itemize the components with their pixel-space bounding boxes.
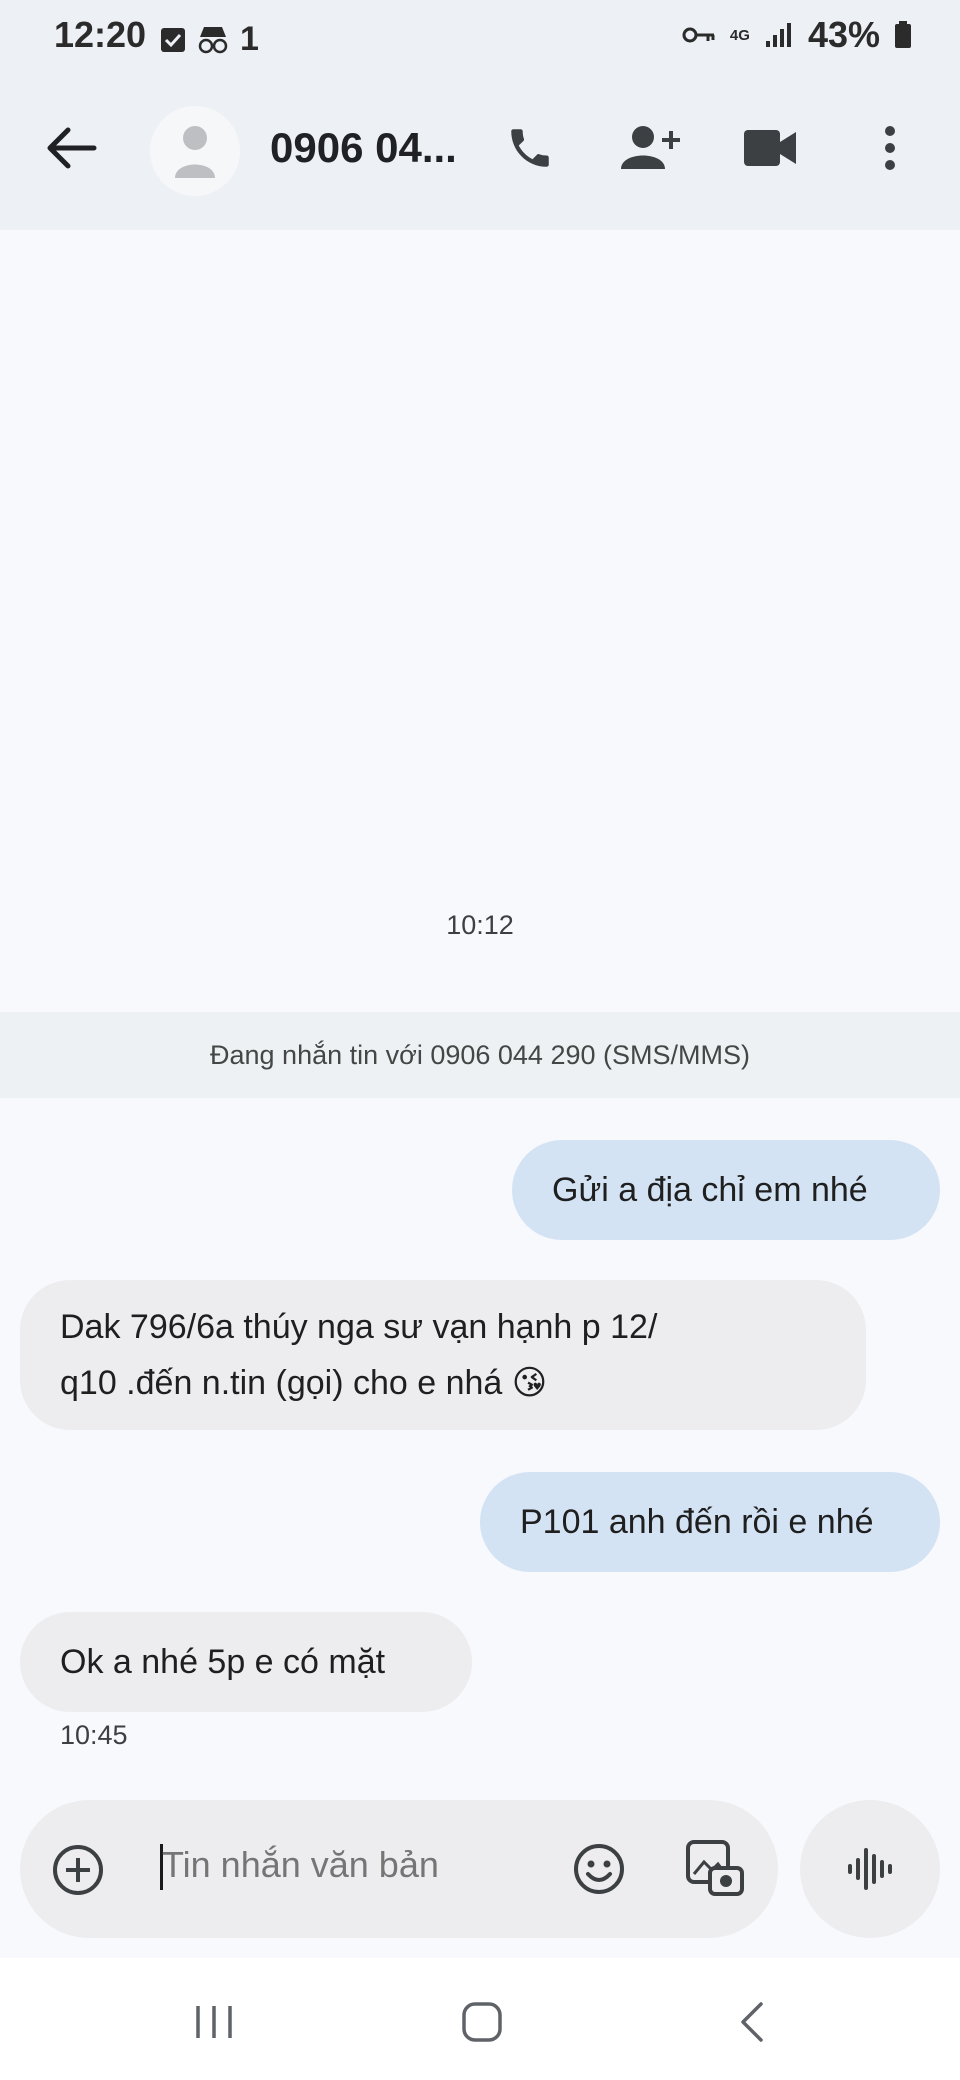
timestamp: 10:45 <box>60 1720 128 1750</box>
back-arrow-icon <box>47 127 97 169</box>
waveform-icon <box>848 1848 892 1890</box>
avatar-icon <box>175 126 215 178</box>
more-options-button[interactable] <box>856 114 924 182</box>
message-input[interactable] <box>162 1844 562 1886</box>
conversation-area[interactable]: 10:12 Đang nhắn tin với 0906 044 290 (SM… <box>0 230 960 1800</box>
conversation-header: 0906 04... <box>0 76 960 230</box>
incognito-icon <box>198 26 228 53</box>
message-composer <box>20 1800 778 1938</box>
back-chevron-icon <box>741 2002 763 2042</box>
contact-title[interactable]: 0906 04... <box>270 124 470 172</box>
signal-icon <box>765 23 791 47</box>
back-nav-button[interactable] <box>712 1994 792 2050</box>
message-bubble-incoming[interactable]: Dak 796/6a thúy nga sư vạn hạnh p 12/ q1… <box>20 1280 866 1430</box>
gallery-camera-icon <box>686 1840 744 1896</box>
status-left-icons: 1 <box>160 20 259 59</box>
more-vert-icon <box>885 126 895 170</box>
attach-button[interactable] <box>52 1844 104 1896</box>
add-contact-button[interactable] <box>616 114 684 182</box>
add-circle-icon <box>53 1845 103 1895</box>
phone-icon <box>511 129 549 167</box>
add-contact-icon <box>621 126 680 169</box>
back-button[interactable] <box>40 116 104 180</box>
recents-icon <box>196 2006 232 2038</box>
battery-icon <box>895 21 911 48</box>
message-text: Ok a nhé 5p e có mặt <box>60 1643 386 1681</box>
vpn-key-icon <box>682 27 715 43</box>
message-text: Gửi a địa chỉ em nhé <box>552 1171 868 1209</box>
status-bar: 12:20 1 4G 43% <box>0 0 960 76</box>
recents-button[interactable] <box>174 1994 254 2050</box>
message-bubble-outgoing[interactable]: Gửi a địa chỉ em nhé <box>512 1140 940 1240</box>
timestamp: 10:12 <box>446 910 514 940</box>
emoji-icon <box>574 1844 624 1894</box>
status-right-icons: 4G 43% <box>682 14 912 56</box>
network-type: 4G <box>729 26 750 44</box>
sms-mode-banner: Đang nhắn tin với 0906 044 290 (SMS/MMS) <box>0 1012 960 1098</box>
home-icon <box>462 2002 502 2042</box>
emoji-button[interactable] <box>572 1842 626 1896</box>
system-nav-bar <box>0 1958 960 2080</box>
message-text-line: Dak 796/6a thúy nga sư vạn hạnh p 12/ <box>60 1308 658 1346</box>
message-bubble-outgoing[interactable]: P101 anh đến rồi e nhé <box>480 1472 940 1572</box>
message-bubble-incoming[interactable]: Ok a nhé 5p e có mặt <box>20 1612 472 1712</box>
voice-message-button[interactable] <box>800 1800 940 1938</box>
call-button[interactable] <box>496 114 564 182</box>
notification-count: 1 <box>240 20 259 58</box>
video-icon <box>744 130 796 166</box>
message-text: P101 anh đến rồi e nhé <box>520 1503 874 1541</box>
video-call-button[interactable] <box>736 114 804 182</box>
battery-percent: 43% <box>807 14 880 55</box>
gallery-button[interactable] <box>684 1838 746 1900</box>
status-time: 12:20 <box>54 14 147 55</box>
message-text-line: q10 .đến n.tin (gọi) cho e nhá 😘 <box>60 1364 548 1402</box>
home-button[interactable] <box>442 1994 522 2050</box>
checkbox-notification-icon <box>161 27 185 52</box>
avatar[interactable] <box>150 106 240 196</box>
